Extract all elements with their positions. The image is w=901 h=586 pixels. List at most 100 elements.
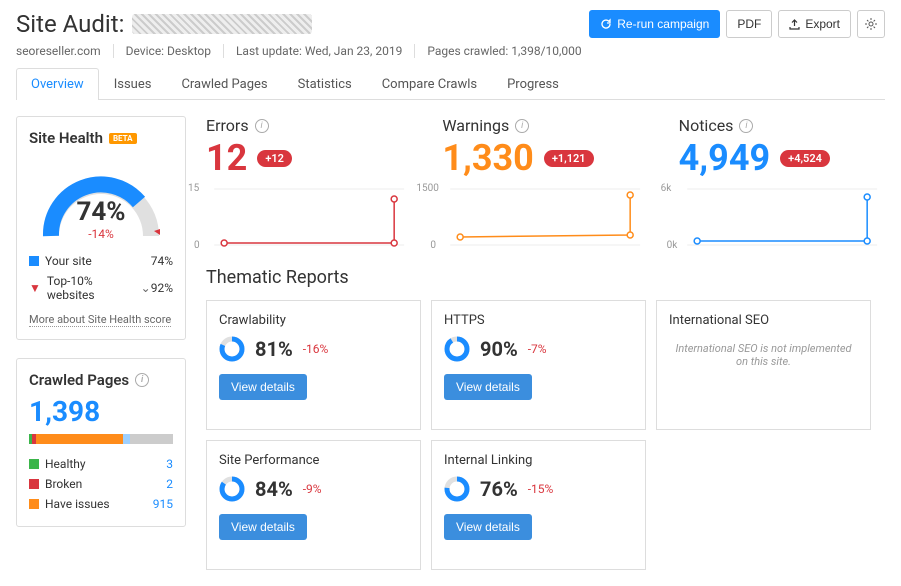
- errors-pill: +12: [257, 150, 292, 167]
- info-icon[interactable]: i: [515, 119, 529, 133]
- info-icon[interactable]: i: [739, 119, 753, 133]
- warnings-chart: [442, 187, 648, 247]
- legend-healthy: Healthy: [45, 457, 86, 471]
- report-delta: -15%: [528, 482, 554, 496]
- axis-label: 6k: [661, 183, 672, 194]
- legend-your-val: 74%: [151, 254, 173, 268]
- view-details-button[interactable]: View details: [219, 374, 307, 400]
- tab-compare-crawls[interactable]: Compare Crawls: [367, 68, 492, 100]
- legend-top10-val: 92%: [151, 281, 173, 295]
- report-pct: 76%: [480, 477, 518, 501]
- square-icon: [29, 256, 39, 266]
- report-https: HTTPS 90% -7% View details: [431, 300, 646, 430]
- settings-button[interactable]: [857, 10, 885, 38]
- meta-pages-crawled: Pages crawled: 1,398/10,000: [415, 44, 593, 58]
- warnings-metric: Warningsi 1,330+1,121 1500 0: [442, 116, 648, 247]
- view-details-button[interactable]: View details: [444, 514, 532, 540]
- legend-top10: Top-10% websites: [47, 274, 135, 302]
- export-button[interactable]: Export: [778, 10, 851, 38]
- info-icon[interactable]: i: [135, 373, 149, 387]
- donut-icon: [219, 336, 245, 362]
- legend-broken: Broken: [45, 477, 82, 491]
- report-title: International SEO: [669, 313, 858, 328]
- axis-label: 1500: [416, 183, 438, 194]
- tab-crawled-pages[interactable]: Crawled Pages: [166, 68, 282, 100]
- crawled-count: 1,398: [29, 395, 173, 428]
- report-title: Site Performance: [219, 453, 408, 468]
- report-internal-linking: Internal Linking 76% -15% View details: [431, 440, 646, 570]
- gauge-delta: -14%: [36, 227, 166, 241]
- square-icon: [29, 479, 39, 489]
- site-health-more-link[interactable]: More about Site Health score: [29, 313, 171, 327]
- square-icon: [29, 459, 39, 469]
- rerun-button[interactable]: Re-run campaign: [589, 10, 720, 38]
- legend-issues-n[interactable]: 915: [153, 497, 173, 511]
- tab-issues[interactable]: Issues: [99, 68, 167, 100]
- refresh-icon: [600, 18, 612, 30]
- meta-last-update: Last update: Wed, Jan 23, 2019: [224, 44, 415, 58]
- report-delta: -7%: [528, 342, 547, 356]
- report-empty-msg: International SEO is not implemented on …: [669, 336, 858, 368]
- notices-value: 4,949: [679, 137, 770, 179]
- rerun-label: Re-run campaign: [617, 17, 709, 31]
- meta-row: seoreseller.com Device: Desktop Last upd…: [16, 44, 885, 58]
- thematic-title: Thematic Reports: [206, 267, 885, 288]
- meta-device: Device: Desktop: [114, 44, 224, 58]
- donut-icon: [444, 336, 470, 362]
- redacted-domain: [132, 14, 312, 34]
- errors-chart: [206, 187, 412, 247]
- notices-pill: +4,524: [780, 150, 830, 167]
- report-pct: 81%: [255, 337, 293, 361]
- tabs: Overview Issues Crawled Pages Statistics…: [16, 68, 885, 100]
- notices-label: Notices: [679, 116, 734, 135]
- export-label: Export: [805, 17, 840, 31]
- tab-overview[interactable]: Overview: [16, 68, 99, 100]
- notices-metric: Noticesi 4,949+4,524 6k 0k: [679, 116, 885, 247]
- report-title: Internal Linking: [444, 453, 633, 468]
- page-title: Site Audit:: [16, 10, 124, 38]
- crawled-pages-card: Crawled Pages i 1,398 Healthy3 Broken2 H…: [16, 358, 186, 527]
- gear-icon: [864, 17, 878, 31]
- report-site-performance: Site Performance 84% -9% View details: [206, 440, 421, 570]
- donut-icon: [219, 476, 245, 502]
- site-health-title: Site Health: [29, 129, 103, 147]
- warnings-value: 1,330: [442, 137, 533, 179]
- report-delta: -9%: [303, 482, 322, 496]
- legend-your-site: Your site: [45, 254, 92, 268]
- donut-icon: [444, 476, 470, 502]
- site-health-card: Site Health BETA 74% -14% Your site 74%: [16, 116, 186, 340]
- report-delta: -16%: [303, 342, 329, 356]
- crawled-bar: [29, 434, 173, 444]
- legend-issues: Have issues: [45, 497, 110, 511]
- pdf-button[interactable]: PDF: [726, 10, 772, 38]
- export-icon: [789, 19, 800, 30]
- warnings-pill: +1,121: [544, 150, 594, 167]
- axis-label: 0k: [667, 240, 678, 251]
- report-intl-seo: International SEO International SEO is n…: [656, 300, 871, 430]
- view-details-button[interactable]: View details: [219, 514, 307, 540]
- info-icon[interactable]: i: [255, 119, 269, 133]
- meta-domain: seoreseller.com: [16, 44, 114, 58]
- view-details-button[interactable]: View details: [444, 374, 532, 400]
- tab-progress[interactable]: Progress: [492, 68, 574, 100]
- report-pct: 90%: [480, 337, 518, 361]
- axis-label: 0: [430, 240, 436, 251]
- gauge-percent: 74%: [36, 197, 166, 227]
- report-crawlability: Crawlability 81% -16% View details: [206, 300, 421, 430]
- square-icon: [29, 499, 39, 509]
- report-title: Crawlability: [219, 313, 408, 328]
- errors-label: Errors: [206, 116, 249, 135]
- legend-broken-n[interactable]: 2: [166, 477, 173, 491]
- report-pct: 84%: [255, 477, 293, 501]
- notices-chart: [679, 187, 885, 247]
- report-title: HTTPS: [444, 313, 633, 328]
- warnings-label: Warnings: [442, 116, 509, 135]
- beta-badge: BETA: [109, 133, 137, 144]
- errors-value: 12: [206, 137, 247, 179]
- tab-statistics[interactable]: Statistics: [283, 68, 367, 100]
- errors-metric: Errorsi 12+12 15 0: [206, 116, 412, 247]
- legend-healthy-n[interactable]: 3: [166, 457, 173, 471]
- axis-label: 15: [188, 183, 199, 194]
- caret-down-icon: ▼: [29, 281, 41, 295]
- chevron-down-icon[interactable]: ⌄: [141, 281, 151, 295]
